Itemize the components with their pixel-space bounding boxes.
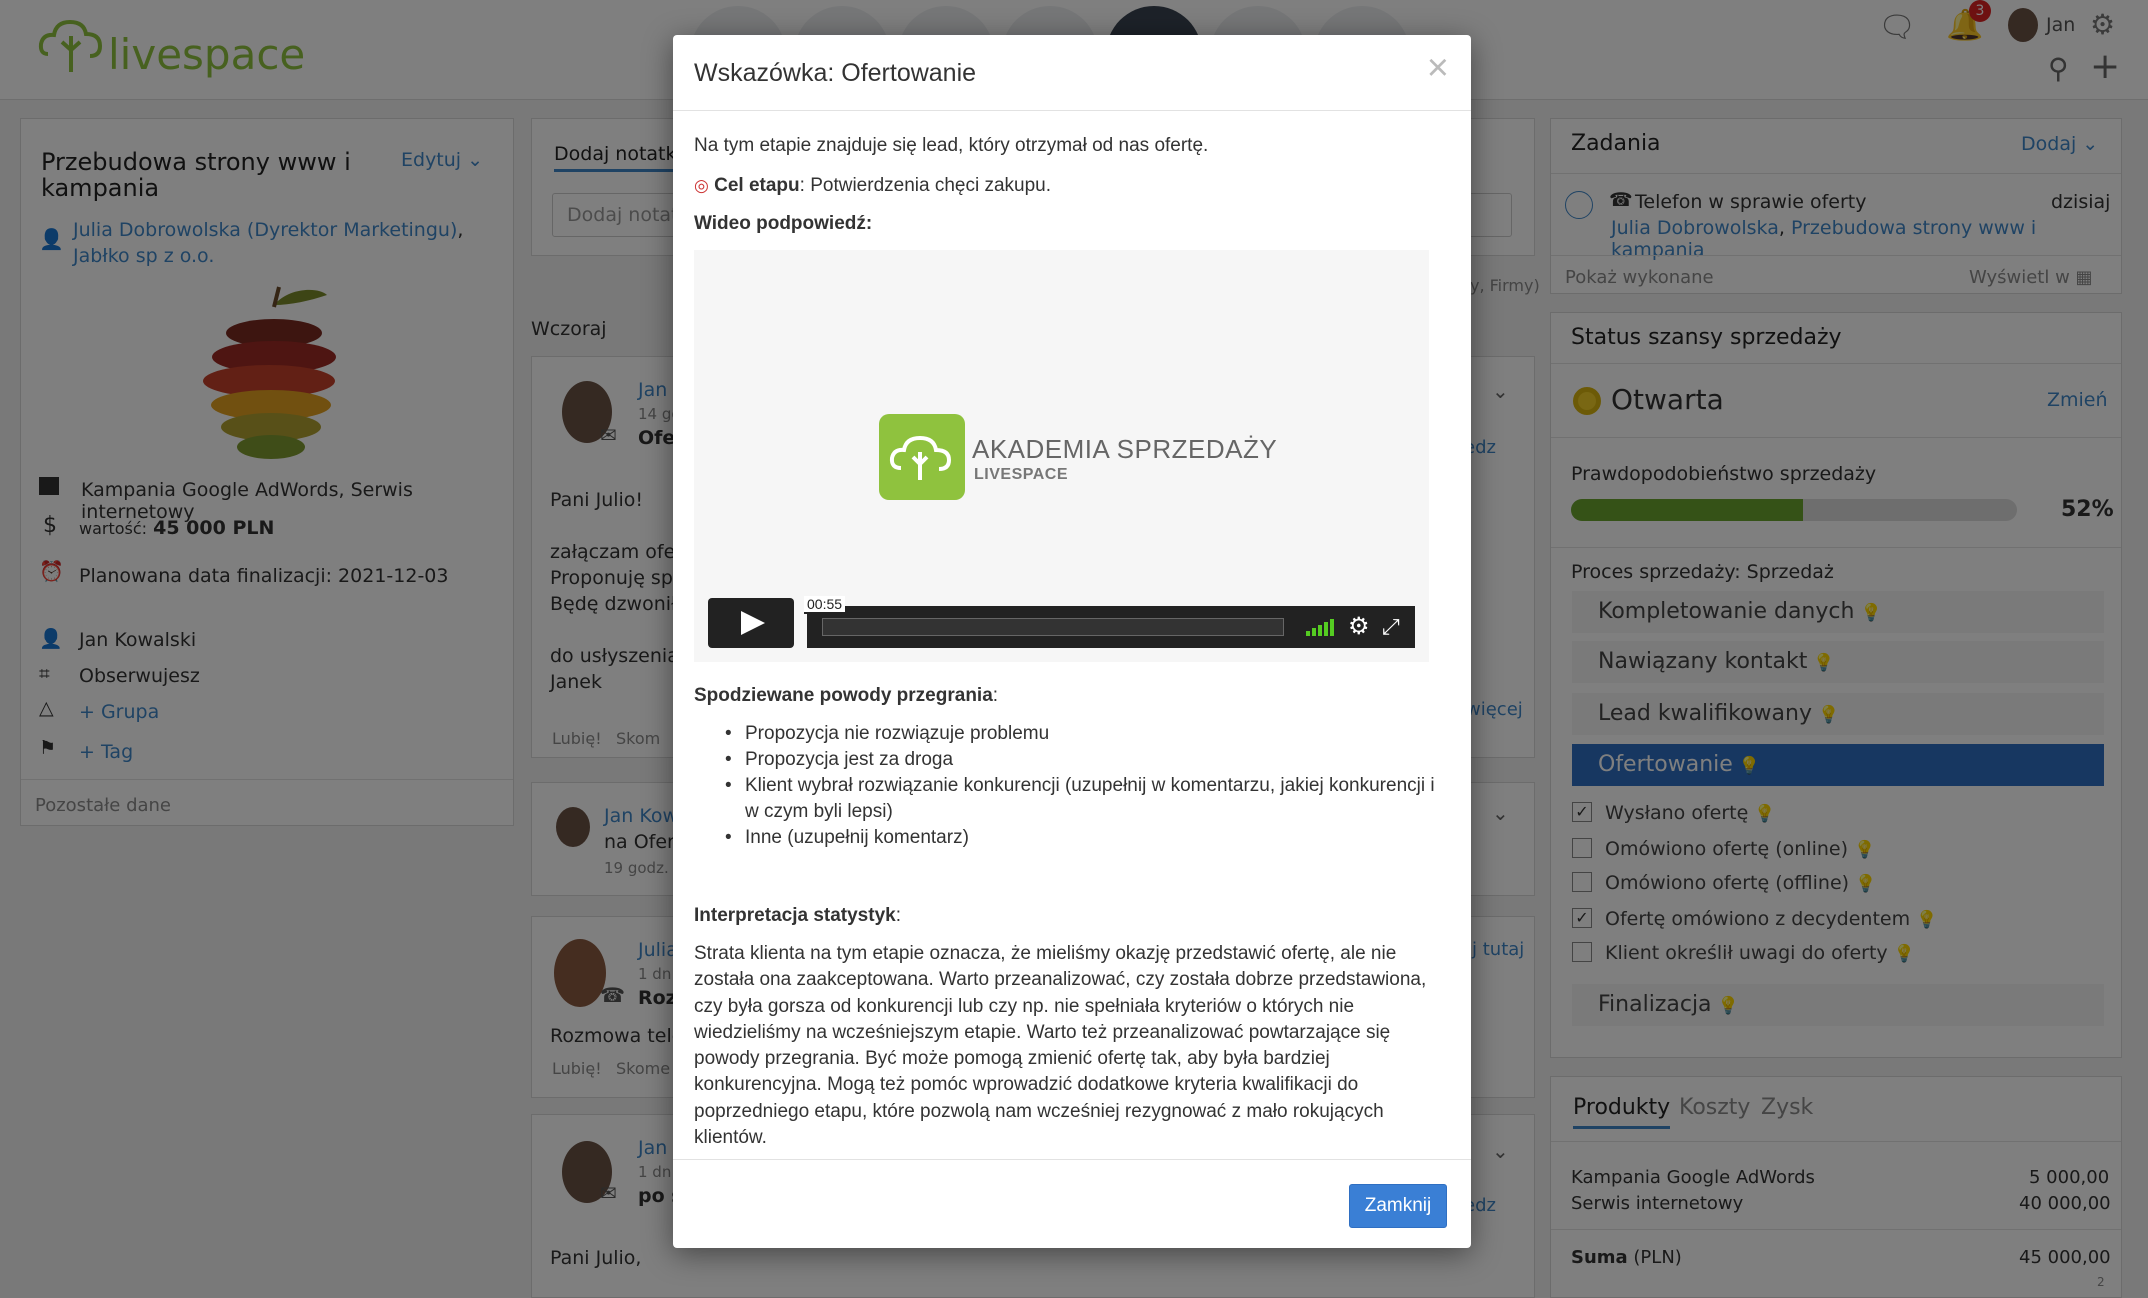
video-seek-bar[interactable]	[822, 618, 1284, 636]
loss-reasons-list: Propozycja nie rozwiązuje problemu Propo…	[725, 721, 1445, 851]
close-icon[interactable]: ×	[1427, 49, 1449, 87]
close-button[interactable]: Zamknij	[1349, 1184, 1447, 1228]
modal-header: Wskazówka: Ofertowanie ×	[673, 35, 1471, 111]
play-button[interactable]	[708, 598, 794, 648]
hint-modal: Wskazówka: Ofertowanie × Na tym etapie z…	[673, 35, 1471, 1248]
goal-label: Cel etapu	[714, 175, 800, 196]
modal-footer-divider	[673, 1159, 1471, 1160]
fullscreen-icon[interactable]: ⤢	[1382, 614, 1400, 640]
play-icon	[741, 611, 765, 635]
modal-intro: Na tym etapie znajduje się lead, który o…	[694, 135, 1209, 156]
loss-title: Spodziewane powody przegrania	[694, 685, 993, 706]
video-time: 00:55	[804, 596, 846, 614]
list-item: Propozycja jest za droga	[725, 747, 1445, 773]
goal-text: : Potwierdzenia chęci zakupu.	[799, 175, 1052, 196]
stats-title: Interpretacja statystyk	[694, 905, 896, 926]
video-label: Wideo podpowiedź:	[694, 213, 873, 234]
modal-title: Wskazówka: Ofertowanie	[694, 59, 977, 87]
video-brand-line2: LIVESPACE	[974, 466, 1068, 483]
stats-text: Strata klienta na tym etapie oznacza, że…	[694, 943, 1427, 1149]
list-item: Inne (uzupełnij komentarz)	[725, 825, 1445, 851]
list-item: Propozycja nie rozwiązuje problemu	[725, 721, 1445, 747]
settings-gear-icon[interactable]: ⚙	[1348, 612, 1370, 641]
video-brand-line1: AKADEMIA SPRZEDAŻY	[972, 434, 1278, 464]
target-icon: ◎	[694, 176, 709, 195]
volume-icon[interactable]	[1306, 616, 1336, 636]
akademia-logo-icon	[879, 414, 965, 500]
list-item: Klient wybrał rozwiązanie konkurencji (u…	[725, 773, 1445, 825]
video-player[interactable]: AKADEMIA SPRZEDAŻY LIVESPACE 00:55 ⚙ ⤢	[694, 250, 1429, 662]
